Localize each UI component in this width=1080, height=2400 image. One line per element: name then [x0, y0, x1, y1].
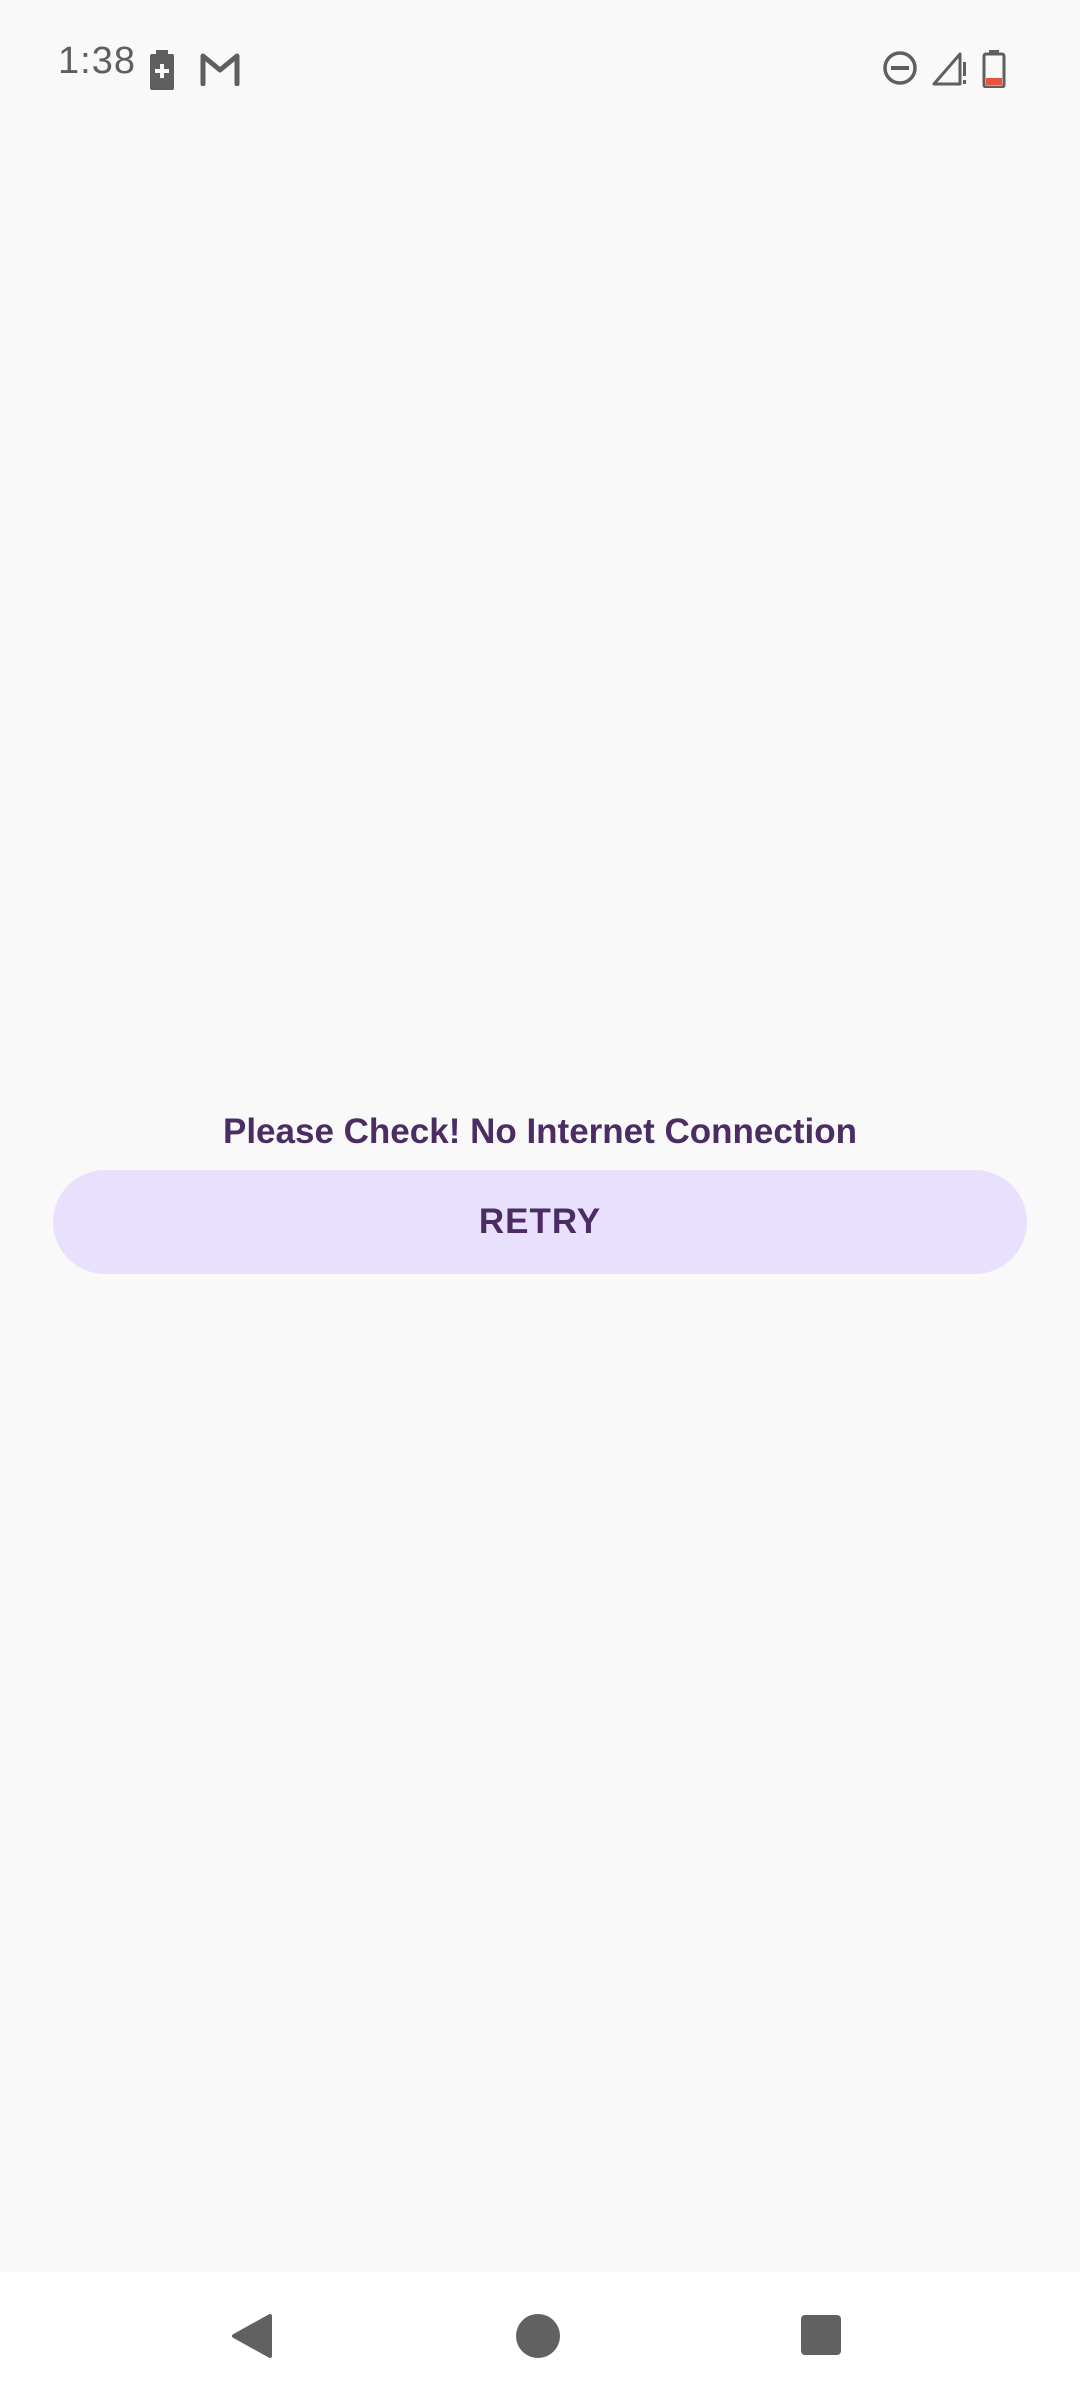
recents-icon[interactable]: [798, 2312, 844, 2358]
back-icon[interactable]: [228, 2312, 276, 2360]
battery-icon: [982, 50, 1006, 88]
home-icon[interactable]: [514, 2312, 562, 2360]
gmail-icon: [200, 53, 240, 86]
signal-icon: [932, 52, 966, 86]
navigation-bar: [0, 2272, 1080, 2400]
status-time: 1:38: [58, 40, 136, 82]
app-screen: 1:38 Please Check! No Internet Connectio…: [0, 0, 1080, 2400]
retry-button[interactable]: RETRY: [53, 1170, 1027, 1274]
do-not-disturb-icon: [883, 51, 917, 85]
status-bar: 1:38: [0, 0, 1080, 136]
battery-saver-icon: [150, 50, 174, 90]
no-internet-message: Please Check! No Internet Connection: [222, 1112, 858, 1151]
